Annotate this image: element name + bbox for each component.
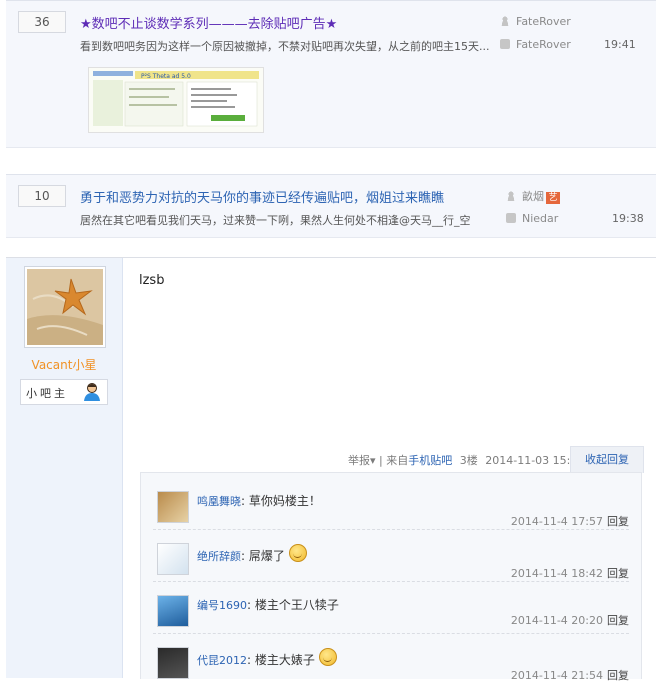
report-button[interactable]: 举报▾ [348, 454, 376, 467]
author-username[interactable]: Vacant小星 [6, 356, 122, 373]
last-reply-time: 19:41 [604, 38, 636, 51]
reply-username[interactable]: 绝所辞颜 [197, 550, 241, 563]
author-name[interactable]: 畝烟 [522, 190, 544, 203]
reply-avatar[interactable] [157, 647, 189, 679]
thread-author[interactable]: FateRover [500, 15, 571, 28]
post-tail: 举报▾ | 来自手机贴吧 3楼 2014-11-03 15:05 [348, 452, 584, 468]
list-item: 编号1690: 楼主个王八犊子 2014-11-4 20:20 回复 [153, 587, 629, 634]
member-badge: 艺 [546, 192, 560, 204]
reply-date-row: 2014-11-4 17:57 回复 [511, 513, 629, 529]
last-replier-name[interactable]: FateRover [516, 38, 571, 51]
reply-avatar[interactable] [157, 543, 189, 575]
reply-text: 鸣凰舞晓: 草你妈楼主！ [197, 494, 321, 508]
thread-title[interactable]: 勇于和恶势力对抗的天马你的事迹已经传遍贴吧，烟姐过来瞧瞧 [80, 187, 444, 206]
list-item: 代昆2012: 楼主大婊子 2014-11-4 21:54 回复 [153, 639, 629, 685]
reply-date: 2014-11-4 21:54 [510, 669, 603, 682]
reply-avatar[interactable] [157, 491, 189, 523]
fold-replies-button[interactable]: 收起回复 [570, 446, 644, 473]
reply-icon [506, 213, 516, 223]
reply-username[interactable]: 鸣凰舞晓 [197, 495, 241, 508]
author-column: Vacant小星 小吧主 [6, 258, 123, 678]
reply-body: 楼主大婊子 [254, 653, 315, 667]
list-item: 绝所辞颜: 屌爆了 2014-11-4 18:42 回复 [153, 535, 629, 582]
reply-text: 编号1690: 楼主个王八犊子 [197, 598, 339, 612]
reply-date-row: 2014-11-4 21:54 回复 [511, 667, 629, 683]
last-replier[interactable]: Niedar [506, 212, 558, 225]
reply-body: 楼主个王八犊子 [254, 598, 339, 612]
reply-date: 2014-11-4 18:42 [510, 567, 603, 580]
author-icon [506, 191, 516, 201]
list-item: 鸣凰舞晓: 草你妈楼主！ 2014-11-4 17:57 回复 [153, 483, 629, 530]
post-content: lzsb [139, 273, 165, 288]
thread-title[interactable]: ★数吧不止谈数学系列———去除贴吧广告★ [80, 13, 337, 32]
reply-username[interactable]: 代昆2012 [197, 654, 247, 667]
post-floor: Vacant小星 小吧主 lzsb 举报▾ | 来自手机贴吧 3楼 2014-1… [6, 257, 656, 682]
starfish-image [27, 269, 103, 345]
source-prefix: 来自 [386, 454, 409, 467]
smile-emoji-icon [288, 544, 307, 562]
thumbnail-image: P²S Theta ad 5.0 [89, 68, 263, 132]
source-link[interactable]: 手机贴吧 [408, 454, 452, 467]
thread-card: 36 ★数吧不止谈数学系列———去除贴吧广告★ 看到数吧吧务因为这样一个原因被撤… [6, 0, 656, 148]
reply-body: 草你妈楼主！ [248, 494, 321, 508]
reply-text: 代昆2012: 楼主大婊子 [197, 648, 337, 668]
thread-thumbnail[interactable]: P²S Theta ad 5.0 [88, 67, 264, 133]
thread-card: 10 勇于和恶势力对抗的天马你的事迹已经传遍贴吧，烟姐过来瞧瞧 居然在其它吧看见… [6, 174, 656, 238]
role-badge: 小吧主 [20, 379, 108, 405]
reply-button[interactable]: 回复 [607, 614, 629, 627]
floor-number: 3楼 [459, 454, 478, 467]
author-name[interactable]: FateRover [516, 15, 571, 28]
smile-emoji-icon [318, 648, 337, 666]
thread-abstract: 居然在其它吧看见我们天马，过来赞一下咧，果然人生何处不相逢@天马__行_空 [80, 214, 471, 227]
avatar-image [27, 269, 103, 345]
last-replier-name[interactable]: Niedar [522, 212, 558, 225]
thread-author[interactable]: 畝烟艺 [506, 188, 560, 204]
last-reply-time: 19:38 [612, 212, 644, 225]
reply-username[interactable]: 编号1690 [197, 599, 247, 612]
reply-count: 36 [18, 11, 66, 33]
reply-text: 绝所辞颜: 屌爆了 [197, 544, 307, 564]
reply-button[interactable]: 回复 [607, 669, 629, 682]
reply-button[interactable]: 回复 [607, 515, 629, 528]
last-replier[interactable]: FateRover [500, 38, 571, 51]
reply-date: 2014-11-4 20:20 [510, 614, 603, 627]
thread-abstract: 看到数吧吧务因为这样一个原因被撤掉，不禁对贴吧再次失望，从之前的吧主15天... [80, 40, 490, 53]
reply-count: 10 [18, 185, 66, 207]
thumbnail-caption: P²S Theta ad 5.0 [141, 73, 191, 80]
avatar[interactable] [24, 266, 106, 348]
floor-replies: 鸣凰舞晓: 草你妈楼主！ 2014-11-4 17:57 回复 绝所辞颜: 屌爆了… [140, 472, 642, 682]
reply-icon [500, 39, 510, 49]
reply-avatar[interactable] [157, 595, 189, 627]
reply-date-row: 2014-11-4 18:42 回复 [511, 565, 629, 581]
reply-date-row: 2014-11-4 20:20 回复 [511, 612, 629, 628]
reply-body: 屌爆了 [248, 549, 285, 563]
user-role-icon [83, 382, 101, 402]
reply-button[interactable]: 回复 [607, 567, 629, 580]
role-label: 小吧主 [26, 387, 68, 400]
author-icon [500, 16, 510, 26]
reply-date: 2014-11-4 17:57 [510, 515, 603, 528]
